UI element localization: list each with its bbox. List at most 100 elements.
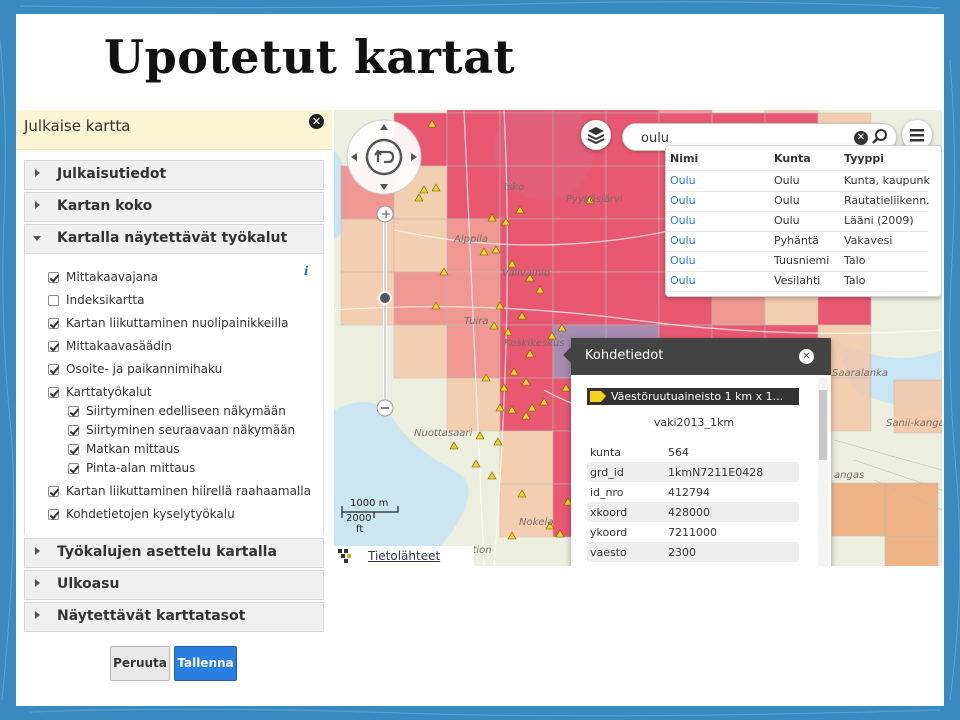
close-icon[interactable]: ✕ bbox=[309, 114, 324, 129]
place-label: Isko bbox=[504, 182, 524, 193]
tool-label: Indeksikartta bbox=[66, 293, 145, 307]
tool-checkbox[interactable] bbox=[48, 295, 59, 306]
save-button[interactable]: Tallenna bbox=[174, 646, 237, 681]
layers-icon bbox=[587, 127, 605, 145]
population-grid-cell[interactable] bbox=[499, 483, 554, 538]
attribute-key: id_nro bbox=[590, 486, 624, 499]
tool-label: Karttatyökalut bbox=[66, 385, 152, 399]
population-grid-cell[interactable] bbox=[605, 110, 660, 114]
section-tool-layout[interactable]: Työkalujen asettelu kartalla bbox=[24, 538, 324, 568]
tool-checkbox[interactable] bbox=[68, 463, 79, 474]
result-cell: Talo bbox=[844, 254, 866, 267]
chevron-down-icon bbox=[33, 236, 41, 241]
tool-checkbox[interactable] bbox=[48, 364, 59, 375]
place-label: Pyykösjärvi bbox=[566, 194, 623, 205]
population-grid-cell[interactable] bbox=[884, 535, 939, 566]
population-grid-cell[interactable] bbox=[446, 377, 501, 432]
section-label: Kartalla näytettävät työkalut bbox=[57, 230, 288, 246]
tool-checkbox[interactable] bbox=[48, 509, 59, 520]
section-label: Julkaisutiedot bbox=[57, 166, 167, 182]
scrollbar-thumb[interactable] bbox=[819, 390, 827, 460]
close-icon[interactable]: ✕ bbox=[799, 349, 814, 364]
attribute-row: xkoord 428000 bbox=[587, 502, 799, 522]
results-column-header[interactable]: Tyyppi bbox=[844, 152, 884, 165]
results-column-header[interactable]: Kunta bbox=[774, 152, 811, 165]
popup-header: Kohdetiedot ✕ bbox=[571, 338, 831, 375]
result-name-link[interactable]: Oulu bbox=[670, 234, 696, 247]
result-name-link[interactable]: Oulu bbox=[670, 194, 696, 207]
tool-label: Kartan liikuttaminen nuolipainikkeilla bbox=[66, 316, 289, 330]
search-icon[interactable] bbox=[872, 128, 888, 146]
result-cell: Pyhäntä bbox=[774, 234, 819, 247]
tool-checkbox[interactable] bbox=[68, 444, 79, 455]
tool-checkbox[interactable] bbox=[48, 341, 59, 352]
attribute-row: grd_id 1kmN7211E0428 bbox=[587, 462, 799, 482]
population-grid-cell[interactable] bbox=[831, 482, 886, 537]
population-grid-cell[interactable] bbox=[658, 110, 713, 114]
place-label: Sanii-kangas bbox=[886, 418, 942, 429]
section-appearance[interactable]: Ulkoasu bbox=[24, 570, 324, 600]
section-label: Kartan koko bbox=[57, 198, 153, 214]
population-grid-cell[interactable] bbox=[552, 271, 607, 326]
section-publication-info[interactable]: Julkaisutiedot bbox=[24, 160, 324, 190]
population-grid-cell[interactable] bbox=[446, 165, 501, 220]
reset-view-icon[interactable] bbox=[365, 138, 403, 176]
result-cell: Vesilahti bbox=[774, 274, 821, 287]
results-column-header[interactable]: Nimi bbox=[670, 152, 698, 165]
info-icon[interactable]: i bbox=[304, 264, 309, 278]
section-label: Näytettävät karttatasot bbox=[57, 608, 246, 624]
result-name-link[interactable]: Oulu bbox=[670, 274, 696, 287]
attribute-value: 412794 bbox=[668, 486, 710, 499]
population-grid-cell[interactable] bbox=[605, 165, 660, 220]
zoom-handle[interactable] bbox=[378, 291, 392, 305]
scrollbar[interactable] bbox=[818, 378, 828, 566]
attribute-value: 564 bbox=[668, 446, 689, 459]
population-grid-cell[interactable] bbox=[552, 218, 607, 273]
population-grid-cell[interactable] bbox=[884, 482, 939, 537]
data-sources-link[interactable]: Tietolähteet bbox=[368, 549, 440, 563]
section-label: Työkalujen asettelu kartalla bbox=[57, 544, 277, 560]
result-name-link[interactable]: Oulu bbox=[670, 174, 696, 187]
pan-control[interactable] bbox=[346, 119, 422, 195]
chevron-right-icon bbox=[35, 579, 40, 587]
population-grid-cell[interactable] bbox=[499, 430, 554, 485]
attribute-key: xkoord bbox=[590, 506, 628, 519]
map-view[interactable]: Isko Pyykösjärvi Alppila Välivainio Tuir… bbox=[334, 110, 942, 566]
population-grid-cell[interactable] bbox=[764, 110, 819, 114]
tool-checkbox[interactable] bbox=[48, 272, 59, 283]
attribution-bar: Tietolähteet bbox=[334, 546, 474, 566]
attribute-value: 7211000 bbox=[668, 526, 717, 539]
tool-checkbox[interactable] bbox=[48, 387, 59, 398]
place-label: Koskikeskus bbox=[504, 338, 565, 349]
population-grid-cell[interactable] bbox=[446, 218, 501, 273]
section-map-tools[interactable]: Kartalla näytettävät työkalut bbox=[24, 224, 324, 254]
place-label: Nuottasaari bbox=[414, 428, 472, 439]
tool-checkbox[interactable] bbox=[68, 406, 79, 417]
clear-search-icon[interactable]: ✕ bbox=[854, 131, 868, 145]
scale-metric-label: 1000 m bbox=[350, 498, 389, 509]
tool-checkbox[interactable] bbox=[48, 318, 59, 329]
cancel-button[interactable]: Peruuta bbox=[110, 646, 170, 681]
result-name-link[interactable]: Oulu bbox=[670, 254, 696, 267]
population-grid-cell[interactable] bbox=[605, 218, 660, 273]
layer-id: vaki2013_1km bbox=[653, 416, 735, 429]
layer-selector[interactable]: Väestöruutuaineisto 1 km x 1... bbox=[587, 388, 799, 405]
result-cell: Oulu bbox=[774, 214, 800, 227]
layers-button[interactable] bbox=[581, 120, 611, 150]
tool-checkbox[interactable] bbox=[68, 425, 79, 436]
population-grid-cell[interactable] bbox=[393, 324, 448, 379]
place-label: angas bbox=[834, 470, 864, 481]
population-grid-cell[interactable] bbox=[393, 218, 448, 273]
section-map-layers[interactable]: Näytettävät karttatasot bbox=[24, 602, 324, 632]
scale-imperial-unit: ft bbox=[356, 524, 364, 535]
result-name-link[interactable]: Oulu bbox=[670, 214, 696, 227]
population-grid-cell[interactable] bbox=[446, 110, 501, 114]
place-label: Nokela bbox=[519, 517, 553, 528]
tool-checkbox[interactable] bbox=[48, 486, 59, 497]
population-grid-cell[interactable] bbox=[393, 271, 448, 326]
result-cell: Oulu bbox=[774, 174, 800, 187]
section-map-size[interactable]: Kartan koko bbox=[24, 192, 324, 222]
population-grid-cell[interactable] bbox=[446, 112, 501, 167]
panel-header: Julkaise kartta ✕ bbox=[16, 110, 332, 150]
place-label: Alppila bbox=[453, 234, 488, 245]
